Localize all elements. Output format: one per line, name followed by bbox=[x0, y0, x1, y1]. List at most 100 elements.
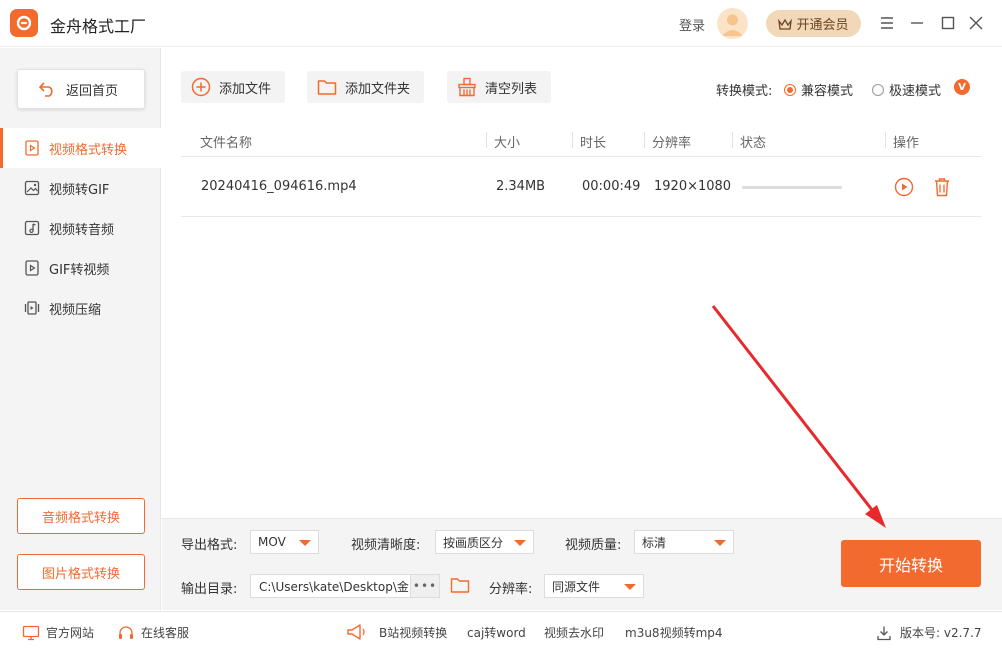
clarity-label: 视频清晰度: bbox=[351, 538, 421, 553]
play-file-icon bbox=[25, 260, 39, 276]
vip-label: 开通会员 bbox=[796, 18, 849, 33]
add-folder-button[interactable]: 添加文件夹 bbox=[307, 71, 425, 103]
column-header-name: 文件名称 bbox=[200, 136, 253, 151]
folder-icon bbox=[317, 80, 337, 95]
vip-button[interactable]: 开通会员 bbox=[766, 10, 861, 37]
add-folder-label: 添加文件夹 bbox=[345, 81, 411, 97]
column-divider bbox=[732, 132, 733, 148]
output-dir-value: C:\Users\kate\Desktop\金 bbox=[259, 579, 409, 594]
column-header-duration: 时长 bbox=[580, 136, 607, 151]
export-format-label: 导出格式: bbox=[181, 538, 238, 553]
chevron-down-icon bbox=[624, 584, 636, 590]
close-icon[interactable] bbox=[966, 13, 986, 33]
radio-dot bbox=[784, 83, 796, 96]
version-info: 版本号: v2.7.7 bbox=[876, 624, 982, 641]
resolution-select[interactable]: 同源文件 bbox=[544, 574, 644, 598]
sidebar-item-label: GIF转视频 bbox=[49, 262, 110, 278]
official-website-link[interactable]: 官方网站 bbox=[22, 624, 94, 641]
footer-link-m3u8[interactable]: m3u8视频转mp4 bbox=[625, 624, 723, 641]
quality-select[interactable]: 标清 bbox=[634, 530, 734, 554]
audio-file-icon bbox=[24, 220, 40, 236]
column-divider bbox=[885, 132, 886, 148]
open-folder-icon[interactable] bbox=[450, 576, 470, 594]
column-header-resolution: 分辨率 bbox=[652, 136, 692, 151]
file-name-cell: 20240416_094616.mp4 bbox=[201, 179, 357, 194]
file-size-cell: 2.34MB bbox=[496, 179, 546, 194]
quality-value: 标清 bbox=[642, 535, 667, 550]
menu-icon[interactable] bbox=[877, 13, 897, 33]
footer-link-watermark[interactable]: 视频去水印 bbox=[544, 624, 604, 641]
video-file-icon bbox=[25, 140, 39, 156]
app-title: 金舟格式工厂 bbox=[50, 17, 147, 36]
clear-list-label: 清空列表 bbox=[485, 81, 538, 97]
arrow-shaft bbox=[711, 305, 878, 516]
vip-badge-icon: V bbox=[954, 79, 970, 95]
fast-mode-label: 极速模式 bbox=[889, 84, 942, 99]
column-divider bbox=[486, 132, 487, 148]
sidebar-item-video-to-audio[interactable]: 视频转音频 bbox=[0, 208, 161, 248]
sidebar-item-video-compress[interactable]: 视频压缩 bbox=[0, 288, 161, 328]
clear-list-button[interactable]: 清空列表 bbox=[447, 71, 552, 103]
online-service-link[interactable]: 在线客服 bbox=[117, 624, 189, 641]
sidebar-item-gif-to-video[interactable]: GIF转视频 bbox=[0, 248, 161, 288]
export-format-select[interactable]: MOV bbox=[250, 530, 319, 554]
footer-link-caj-word[interactable]: caj转word bbox=[467, 624, 526, 641]
compress-icon bbox=[24, 301, 40, 315]
broom-icon bbox=[458, 77, 476, 97]
convert-mode-label: 转换模式: bbox=[716, 84, 773, 99]
official-website-label: 官方网站 bbox=[46, 626, 95, 640]
start-convert-button[interactable]: 开始转换 bbox=[841, 540, 981, 587]
minimize-icon[interactable] bbox=[907, 13, 927, 33]
export-format-value: MOV bbox=[258, 535, 286, 549]
sidebar-item-label: 视频转音频 bbox=[49, 222, 115, 238]
fast-mode-radio[interactable]: 极速模式 bbox=[872, 80, 941, 99]
crown-icon bbox=[778, 18, 793, 30]
table-row[interactable]: 20240416_094616.mp4 2.34MB 00:00:49 1920… bbox=[181, 158, 981, 217]
footer-link-bilibili[interactable]: B站视频转换 bbox=[379, 624, 447, 641]
back-home-button[interactable]: 返回首页 bbox=[17, 69, 145, 109]
back-home-label: 返回首页 bbox=[66, 83, 119, 99]
monitor-icon bbox=[22, 625, 40, 640]
add-file-label: 添加文件 bbox=[219, 81, 272, 97]
resolution-value: 同源文件 bbox=[552, 579, 601, 594]
title-bar: 金舟格式工厂 登录 开通会员 bbox=[0, 0, 1002, 47]
audio-format-convert-button[interactable]: 音频格式转换 bbox=[17, 498, 145, 534]
sidebar-item-video-format[interactable]: 视频格式转换 bbox=[0, 128, 161, 168]
column-divider bbox=[572, 132, 573, 148]
compatible-mode-label: 兼容模式 bbox=[801, 84, 854, 99]
file-table-header: 文件名称 大小 时长 分辨率 状态 操作 bbox=[181, 124, 981, 157]
play-icon[interactable] bbox=[894, 177, 914, 197]
compatible-mode-radio[interactable]: 兼容模式 bbox=[784, 80, 853, 99]
app-logo-icon bbox=[10, 9, 38, 37]
add-file-button[interactable]: 添加文件 bbox=[181, 71, 286, 103]
quality-label: 视频质量: bbox=[565, 538, 622, 553]
sidebar-item-label: 视频格式转换 bbox=[49, 142, 128, 158]
download-icon bbox=[877, 626, 891, 640]
chevron-down-icon bbox=[299, 540, 311, 546]
headset-icon bbox=[119, 625, 133, 639]
online-service-label: 在线客服 bbox=[141, 626, 190, 640]
file-duration-cell: 00:00:49 bbox=[582, 179, 641, 194]
sidebar-item-video-to-gif[interactable]: 视频转GIF bbox=[0, 168, 161, 208]
file-resolution-cell: 1920×1080 bbox=[654, 179, 732, 194]
sidebar-item-label: 视频压缩 bbox=[49, 302, 102, 318]
output-dir-label: 输出目录: bbox=[181, 582, 238, 597]
maximize-icon[interactable] bbox=[938, 13, 958, 33]
version-label: 版本号: v2.7.7 bbox=[900, 626, 982, 640]
back-arrow-icon bbox=[38, 82, 53, 97]
clarity-value: 按画质区分 bbox=[443, 535, 504, 550]
image-format-convert-button[interactable]: 图片格式转换 bbox=[17, 554, 145, 590]
column-header-status: 状态 bbox=[740, 136, 767, 151]
plus-circle-icon bbox=[191, 77, 211, 97]
resolution-label: 分辨率: bbox=[489, 582, 533, 597]
trash-icon[interactable] bbox=[932, 177, 952, 197]
chevron-down-icon bbox=[714, 540, 726, 546]
column-header-actions: 操作 bbox=[893, 136, 920, 151]
convert-progress-bar bbox=[742, 186, 842, 189]
footer-bar: 官方网站 在线客服 B站视频转换 caj转word 视频去水印 m3u8视频转m… bbox=[0, 611, 1002, 652]
clarity-select[interactable]: 按画质区分 bbox=[435, 530, 534, 554]
browse-dir-button[interactable]: ••• bbox=[410, 574, 440, 598]
avatar[interactable] bbox=[717, 8, 748, 39]
column-header-size: 大小 bbox=[494, 136, 521, 151]
login-link[interactable]: 登录 bbox=[679, 15, 705, 34]
